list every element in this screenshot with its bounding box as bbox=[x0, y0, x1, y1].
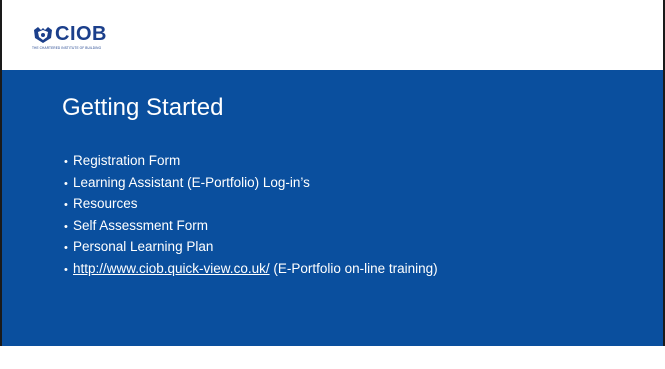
crest-icon bbox=[34, 27, 52, 43]
list-item: • Resources bbox=[64, 196, 438, 218]
list-item: • http://www.ciob.quick-view.co.uk/ (E-Po… bbox=[64, 261, 438, 283]
bullet-icon: • bbox=[64, 220, 68, 233]
bullet-icon: • bbox=[64, 263, 68, 276]
bullet-icon: • bbox=[64, 177, 68, 190]
list-item-text: Resources bbox=[73, 196, 138, 211]
list-item-text: Self Assessment Form bbox=[73, 217, 209, 233]
list-item-text: Registration Form bbox=[73, 153, 181, 168]
bullet-icon: • bbox=[64, 156, 68, 168]
list-item-text: Personal Learning Plan bbox=[73, 239, 214, 254]
slide: CIOB THE CHARTERED INSTITUTE OF BUILDING… bbox=[0, 0, 665, 369]
e-portfolio-training-link[interactable]: http://www.ciob.quick-view.co.uk/ bbox=[73, 261, 270, 276]
bullet-icon: • bbox=[64, 199, 68, 211]
list-item-text: (E-Portfolio on-line training) bbox=[269, 260, 438, 276]
bullet-list: • Registration Form • Learning Assistant (… bbox=[64, 153, 438, 282]
bullet-icon: • bbox=[64, 242, 68, 254]
bottom-band bbox=[0, 346, 665, 369]
slide-header: CIOB THE CHARTERED INSTITUTE OF BUILDING bbox=[2, 0, 663, 70]
slide-title: Getting Started bbox=[62, 94, 224, 121]
list-item: • Personal Learning Plan bbox=[64, 239, 438, 261]
list-item-text: Learning Assistant (E-Portfolio) Log-in’… bbox=[73, 174, 310, 190]
ciob-logo: CIOB THE CHARTERED INSTITUTE OF BUILDING bbox=[32, 23, 142, 54]
list-item: • Registration Form bbox=[64, 153, 438, 175]
content-area: Getting Started • Registration Form • Lear… bbox=[2, 70, 663, 346]
list-item: • Learning Assistant (E-Portfolio) Log-in… bbox=[64, 175, 438, 197]
logo-wordmark: CIOB bbox=[55, 23, 107, 45]
list-item: • Self Assessment Form bbox=[64, 218, 438, 240]
logo-subtitle: THE CHARTERED INSTITUTE OF BUILDING bbox=[32, 46, 102, 50]
